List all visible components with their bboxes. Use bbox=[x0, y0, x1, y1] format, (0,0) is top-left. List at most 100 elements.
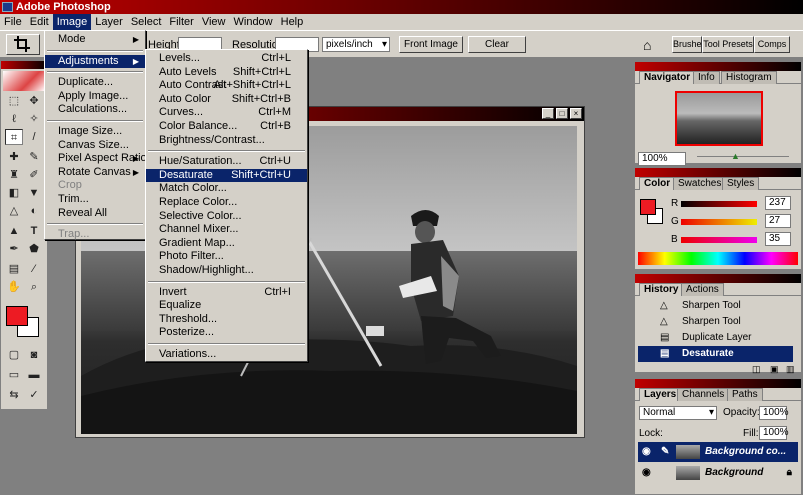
layer-row[interactable]: ◉ Background 🔒︎ bbox=[638, 463, 798, 483]
adj-channel-mixer[interactable]: Channel Mixer... bbox=[146, 223, 307, 237]
adj-brightness-contrast[interactable]: Brightness/Contrast... bbox=[146, 134, 307, 148]
navigator-zoom-slider[interactable] bbox=[697, 156, 789, 162]
tab-info[interactable]: Info bbox=[693, 71, 720, 84]
standard-mode-icon[interactable]: ▢ bbox=[5, 347, 23, 363]
slider-handle-icon[interactable]: ▲ bbox=[731, 151, 740, 161]
screen-mode-full-icon[interactable]: ▬ bbox=[25, 367, 43, 383]
menu-select[interactable]: Select bbox=[127, 14, 166, 30]
adj-levels[interactable]: Levels... Ctrl+L bbox=[146, 52, 307, 66]
menu-filter[interactable]: Filter bbox=[165, 14, 197, 30]
eyedropper-tool-icon[interactable]: ⁄ bbox=[25, 261, 43, 277]
adj-threshold[interactable]: Threshold... bbox=[146, 313, 307, 327]
close-icon[interactable]: × bbox=[570, 108, 582, 119]
sharpen-tool-icon[interactable]: △ bbox=[5, 203, 23, 219]
quick-mask-mode-icon[interactable]: ◙ bbox=[25, 347, 43, 363]
history-item-selected[interactable]: ▤ Desaturate bbox=[638, 346, 793, 362]
menu-file[interactable]: File bbox=[0, 14, 26, 30]
adj-auto-contrast[interactable]: Auto Contrast Alt+Shift+Ctrl+L bbox=[146, 79, 307, 93]
navigator-zoom-field[interactable]: 100% bbox=[638, 152, 686, 166]
blend-mode-select[interactable]: Normal ▾ bbox=[639, 406, 717, 420]
brush-tool-icon[interactable]: ✎ bbox=[25, 149, 43, 165]
tab-history[interactable]: History bbox=[639, 283, 684, 296]
b-slider[interactable] bbox=[681, 237, 757, 243]
marquee-tool-icon[interactable]: ⬚ bbox=[5, 93, 23, 109]
history-brush-tool-icon[interactable]: ✐ bbox=[25, 167, 43, 183]
well-tab-brushes[interactable]: Brushes bbox=[672, 36, 706, 53]
tab-styles[interactable]: Styles bbox=[722, 177, 760, 190]
tab-swatches[interactable]: Swatches bbox=[673, 177, 727, 190]
r-value-field[interactable]: 237 bbox=[765, 196, 791, 210]
image-menu-apply-image[interactable]: Apply Image... bbox=[45, 90, 145, 104]
image-menu-mode[interactable]: Mode ▶ bbox=[45, 33, 145, 47]
tab-histogram[interactable]: Histogram bbox=[721, 71, 777, 84]
g-value-field[interactable]: 27 bbox=[765, 214, 791, 228]
menu-view[interactable]: View bbox=[198, 14, 230, 30]
magic-wand-tool-icon[interactable]: ✧ bbox=[25, 111, 43, 127]
image-menu-rotate-canvas[interactable]: Rotate Canvas ▶ bbox=[45, 166, 145, 180]
well-tab-tool-presets[interactable]: Tool Presets bbox=[702, 36, 754, 53]
paint-bucket-tool-icon[interactable]: ▼ bbox=[25, 185, 43, 201]
layer-row-selected[interactable]: ◉ ✎ Background co... bbox=[638, 442, 798, 462]
screen-mode-standard-icon[interactable]: ▭ bbox=[5, 367, 23, 383]
eraser-tool-icon[interactable]: ◧ bbox=[5, 185, 23, 201]
foreground-color-swatch[interactable] bbox=[6, 306, 28, 326]
tab-color[interactable]: Color bbox=[639, 177, 676, 190]
image-menu-duplicate[interactable]: Duplicate... bbox=[45, 76, 145, 90]
clone-stamp-tool-icon[interactable]: ♜ bbox=[5, 167, 23, 183]
pen-tool-icon[interactable]: ✒ bbox=[5, 241, 23, 257]
adj-replace-color[interactable]: Replace Color... bbox=[146, 196, 307, 210]
type-tool-icon[interactable]: T bbox=[25, 223, 43, 239]
slice-tool-icon[interactable]: / bbox=[25, 129, 43, 145]
color-foreground-swatch[interactable] bbox=[640, 199, 656, 215]
adobe-feather-icon[interactable] bbox=[3, 71, 45, 91]
adj-hue-saturation[interactable]: Hue/Saturation... Ctrl+U bbox=[146, 155, 307, 169]
menu-help[interactable]: Help bbox=[277, 14, 308, 30]
adj-variations[interactable]: Variations... bbox=[146, 348, 307, 362]
fill-field[interactable]: 100% bbox=[759, 426, 789, 440]
trash-icon[interactable]: ▥ bbox=[786, 364, 795, 375]
menu-edit[interactable]: Edit bbox=[26, 14, 53, 30]
lasso-tool-icon[interactable]: ℓ bbox=[5, 111, 23, 127]
adj-photo-filter[interactable]: Photo Filter... bbox=[146, 250, 307, 264]
adj-posterize[interactable]: Posterize... bbox=[146, 326, 307, 340]
history-item[interactable]: △ Sharpen Tool bbox=[638, 314, 793, 330]
image-menu-adjustments[interactable]: Adjustments ▶ bbox=[45, 54, 145, 69]
r-slider[interactable] bbox=[681, 201, 757, 207]
zoom-tool-icon[interactable]: ⌕ bbox=[25, 279, 43, 295]
navigator-thumbnail[interactable] bbox=[675, 91, 763, 146]
adj-curves[interactable]: Curves... Ctrl+M bbox=[146, 106, 307, 120]
front-image-button[interactable]: Front Image bbox=[399, 36, 463, 53]
history-item[interactable]: △ Sharpen Tool bbox=[638, 298, 793, 314]
b-value-field[interactable]: 35 bbox=[765, 232, 791, 246]
adj-color-balance[interactable]: Color Balance... Ctrl+B bbox=[146, 120, 307, 134]
menu-image[interactable]: Image bbox=[52, 14, 92, 30]
new-document-icon[interactable]: ▣ bbox=[770, 364, 779, 375]
image-ready-icon[interactable]: ✓ bbox=[25, 387, 43, 403]
maximize-icon[interactable]: □ bbox=[556, 108, 568, 119]
healing-brush-tool-icon[interactable]: ✚ bbox=[5, 149, 23, 165]
image-menu-trim[interactable]: Trim... bbox=[45, 193, 145, 207]
image-menu-reveal-all[interactable]: Reveal All bbox=[45, 207, 145, 221]
history-item[interactable]: ▤ Duplicate Layer bbox=[638, 330, 793, 346]
g-slider[interactable] bbox=[681, 219, 757, 225]
shape-tool-icon[interactable]: ⬟ bbox=[25, 241, 43, 257]
move-tool-icon[interactable]: ✥ bbox=[25, 93, 43, 109]
image-menu-image-size[interactable]: Image Size... bbox=[45, 125, 145, 139]
tab-channels[interactable]: Channels bbox=[677, 388, 730, 401]
dodge-tool-icon[interactable]: ◐ bbox=[25, 203, 43, 219]
well-tab-comps[interactable]: Comps bbox=[754, 36, 790, 53]
adj-match-color[interactable]: Match Color... bbox=[146, 182, 307, 196]
menu-window[interactable]: Window bbox=[230, 14, 277, 30]
opacity-field[interactable]: 100% bbox=[759, 406, 789, 420]
tab-layers[interactable]: Layers bbox=[639, 388, 682, 401]
resolution-units-select[interactable]: pixels/inch ▾ bbox=[322, 37, 390, 52]
clear-button[interactable]: Clear bbox=[468, 36, 526, 53]
image-menu-canvas-size[interactable]: Canvas Size... bbox=[45, 139, 145, 153]
tab-actions[interactable]: Actions bbox=[681, 283, 724, 296]
tab-paths[interactable]: Paths bbox=[727, 388, 763, 401]
adj-equalize[interactable]: Equalize bbox=[146, 299, 307, 313]
path-selection-tool-icon[interactable]: ▲ bbox=[5, 223, 23, 239]
adj-selective-color[interactable]: Selective Color... bbox=[146, 210, 307, 224]
adj-auto-color[interactable]: Auto Color Shift+Ctrl+B bbox=[146, 93, 307, 107]
tab-navigator[interactable]: Navigator bbox=[639, 71, 696, 84]
